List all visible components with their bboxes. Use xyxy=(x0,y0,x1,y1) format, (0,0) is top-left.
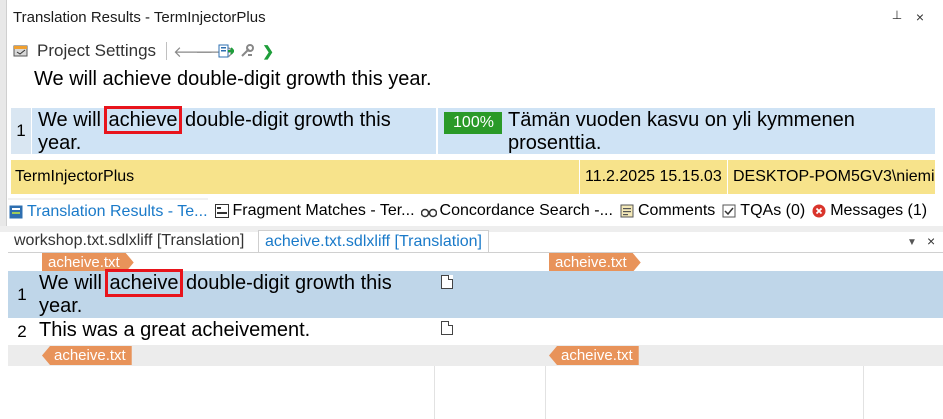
source-open-tag[interactable]: acheive.txt xyxy=(42,253,134,272)
result-source-cell: We will achieve double-digit growth this… xyxy=(32,106,436,155)
segment-source-text[interactable]: This was a great acheivement. xyxy=(39,319,434,342)
meta-divider xyxy=(727,160,728,194)
tab-messages[interactable]: Messages (1) xyxy=(811,198,927,224)
next-arrow-icon[interactable]: 🡒 xyxy=(195,42,235,61)
concordance-search-icon xyxy=(420,203,437,219)
tab-tqas[interactable]: TQAs (0) xyxy=(721,198,805,224)
previous-arrow-icon[interactable]: 🡐 xyxy=(173,42,213,61)
tag-row-open: acheive.txt acheive.txt xyxy=(8,253,943,271)
match-cell: 100% xyxy=(438,108,508,154)
tab-label: Fragment Matches - Ter... xyxy=(232,202,415,219)
result-source-before: We will xyxy=(38,109,107,131)
close-icon[interactable]: × xyxy=(913,8,927,26)
translation-results-icon xyxy=(8,204,24,220)
segment-status-icon xyxy=(441,321,453,335)
chevron-down-icon[interactable]: ▼ xyxy=(907,232,917,254)
tab-label: TQAs (0) xyxy=(740,202,806,219)
tab-comments[interactable]: Comments xyxy=(619,198,715,224)
tag-row-close: acheive.txt acheive.txt xyxy=(8,345,943,366)
result-date: 11.2.2025 15.15.03 xyxy=(585,168,722,185)
segment-number: 1 xyxy=(17,285,27,304)
tqa-icon xyxy=(721,203,737,219)
messages-error-icon xyxy=(811,203,827,219)
translation-result-row[interactable]: 1 We will achieve double-digit growth th… xyxy=(11,106,935,155)
tab-label: Messages (1) xyxy=(830,202,928,219)
doc-tab-workshop[interactable]: workshop.txt.sdlxliff [Translation] xyxy=(10,230,248,252)
results-toolbar: Project Settings 🡐 🡒 ❯ xyxy=(12,38,932,64)
tab-label: Translation Results - Te... xyxy=(27,203,208,220)
tools-icon[interactable] xyxy=(238,42,256,60)
meta-divider xyxy=(579,160,580,194)
segment-number: 2 xyxy=(17,322,27,341)
match-percentage-badge: 100% xyxy=(444,112,503,134)
apply-translation-icon[interactable] xyxy=(217,42,235,60)
segment-row[interactable]: 1 We will acheive double-digit growth th… xyxy=(8,269,943,318)
pin-icon[interactable]: ⊥ xyxy=(890,8,904,26)
fragment-matches-icon xyxy=(214,203,230,219)
target-close-tag[interactable]: acheive.txt xyxy=(549,346,639,365)
result-metadata-bar: TermInjectorPlus 11.2.2025 15.15.03 DESK… xyxy=(11,160,935,194)
project-settings-icon[interactable] xyxy=(12,42,30,60)
project-settings-button[interactable]: Project Settings xyxy=(37,41,156,61)
segment-source-text[interactable]: We will acheive double-digit growth this… xyxy=(39,269,434,318)
source-close-tag[interactable]: acheive.txt xyxy=(42,346,132,365)
close-icon[interactable]: × xyxy=(927,230,935,252)
tab-translation-results[interactable]: Translation Results - Te... xyxy=(8,198,208,224)
highlighted-term: acheive xyxy=(104,269,184,297)
tab-concordance-search[interactable]: Concordance Search -... xyxy=(420,198,613,224)
segment-target-cell[interactable] xyxy=(545,318,863,345)
results-tab-bar: Translation Results - Te... Fragment Mat… xyxy=(8,198,938,224)
result-user: DESKTOP-POM5GV3\niemi xyxy=(733,168,935,185)
segment-target-cell[interactable] xyxy=(545,271,863,318)
tab-fragment-matches[interactable]: Fragment Matches - Ter... xyxy=(214,198,415,224)
target-open-tag[interactable]: acheive.txt xyxy=(549,253,641,272)
green-next-icon[interactable]: ❯ xyxy=(259,42,277,60)
result-source-text: We will achieve double-digit growth this… xyxy=(38,106,408,155)
source-segment-display: We will achieve double-digit growth this… xyxy=(34,68,432,90)
segment-status-icon xyxy=(441,275,453,289)
result-number: 1 xyxy=(11,108,32,154)
left-edge-strip xyxy=(0,0,7,232)
comments-icon xyxy=(619,203,635,219)
tab-label: Concordance Search -... xyxy=(439,202,613,219)
provider-name: TermInjectorPlus xyxy=(15,168,135,185)
panel-title: Translation Results - TermInjectorPlus xyxy=(13,9,266,26)
segment-source-before: We will xyxy=(39,272,108,294)
result-target-text: Tämän vuoden kasvu on yli kymmenen prose… xyxy=(508,109,855,154)
highlighted-term: achieve xyxy=(103,106,183,134)
result-target-cell: Tämän vuoden kasvu on yli kymmenen prose… xyxy=(502,108,935,154)
segment-row[interactable]: 2 This was a great acheivement. xyxy=(8,318,943,345)
tab-label: Comments xyxy=(637,202,716,219)
document-tabs: workshop.txt.sdlxliff [Translation] ache… xyxy=(10,230,940,255)
toolbar-separator xyxy=(166,42,168,60)
editor-grid: acheive.txt acheive.txt 1 We will acheiv… xyxy=(8,252,943,419)
